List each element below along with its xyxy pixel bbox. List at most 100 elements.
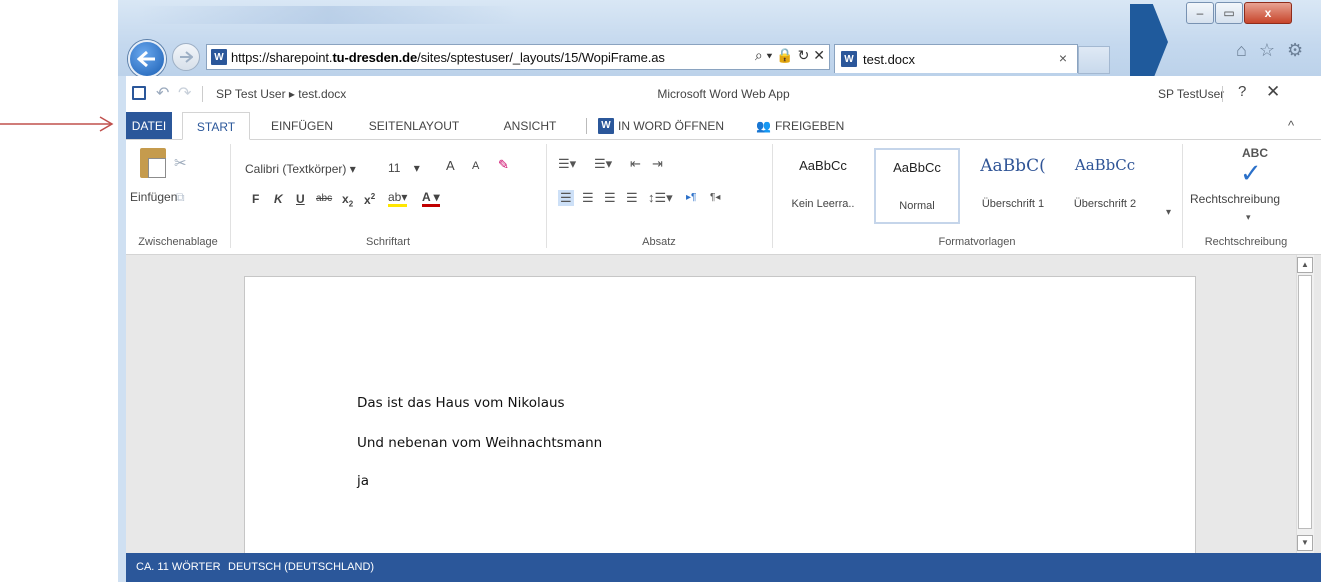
style-kein-leerraum[interactable]: AaBbCc Kein Leerra.. xyxy=(780,148,866,224)
grow-font-button[interactable]: A xyxy=(446,158,455,173)
scroll-up-button[interactable]: ▲ xyxy=(1297,257,1313,273)
styles-gallery: AaBbCc Kein Leerra.. AaBbCc Normal AaBbC… xyxy=(780,148,1174,224)
tab-title: test.docx xyxy=(863,51,916,67)
tab-seitenlayout[interactable]: SEITENLAYOUT xyxy=(354,112,474,140)
align-right-icon[interactable]: ☰ xyxy=(604,190,616,206)
underline-button[interactable]: U xyxy=(296,192,305,206)
scroll-down-button[interactable]: ▼ xyxy=(1297,535,1313,551)
group-label-styles: Formatvorlagen xyxy=(938,236,1016,248)
divider xyxy=(586,118,587,134)
divider xyxy=(546,144,547,248)
forward-button[interactable] xyxy=(172,43,200,71)
group-label-clipboard: Zwischenablage xyxy=(138,236,218,248)
bullets-icon[interactable]: ☰▾ xyxy=(558,156,576,172)
subscript-button[interactable]: x2 xyxy=(342,192,353,208)
people-icon: 👥 xyxy=(756,119,771,133)
numbering-icon[interactable]: ☰▾ xyxy=(594,156,612,172)
ribbon: Einfügen ✂ ⧉ Zwischenablage Calibri (Tex… xyxy=(126,139,1321,255)
align-center-icon[interactable]: ☰ xyxy=(582,190,594,206)
minimize-button[interactable]: – xyxy=(1186,2,1214,24)
word-icon: W xyxy=(598,118,614,134)
styles-more-button[interactable]: ▾ xyxy=(1164,148,1178,224)
gear-icon[interactable]: ⚙ xyxy=(1287,40,1303,61)
back-button[interactable] xyxy=(128,40,166,78)
user-name[interactable]: SP TestUser xyxy=(1158,87,1224,101)
maximize-button[interactable]: ▭ xyxy=(1215,2,1243,24)
tab-datei[interactable]: DATEI xyxy=(126,112,172,140)
highlight-icon[interactable]: ab▾ xyxy=(388,190,408,207)
app-titlebar: ↶ ↷ SP Test User ▸ test.docx Microsoft W… xyxy=(126,76,1321,112)
word-tab-icon: W xyxy=(841,51,857,67)
tab-start[interactable]: START xyxy=(182,112,250,140)
increase-indent-icon[interactable]: ⇥ xyxy=(652,156,663,172)
line-spacing-icon[interactable]: ↕☰▾ xyxy=(648,190,673,206)
group-label-paragraph: Absatz xyxy=(642,236,676,248)
superscript-button[interactable]: x2 xyxy=(364,192,375,207)
font-size-select[interactable]: 11 ▾ xyxy=(388,158,442,178)
copy-icon[interactable]: ⧉ xyxy=(176,190,185,205)
share-label: FREIGEBEN xyxy=(774,119,845,133)
word-favicon-icon: W xyxy=(211,49,227,65)
divider xyxy=(230,144,231,248)
language-status[interactable]: DEUTSCH (DEUTSCHLAND) xyxy=(228,553,374,582)
group-label-spelling: Rechtschreibung xyxy=(1204,236,1288,248)
style-ueberschrift-2[interactable]: AaBbCc Überschrift 2 xyxy=(1062,148,1148,224)
shrink-font-button[interactable]: A xyxy=(472,160,479,172)
address-bar-actions[interactable]: ⌕ ▾ 🔒 ↻ ✕ xyxy=(755,47,825,64)
document-page[interactable]: Das ist das Haus vom Nikolaus Und nebena… xyxy=(244,276,1196,566)
justify-icon[interactable]: ☰ xyxy=(626,190,638,206)
open-in-word-button[interactable]: W IN WORD ÖFFNEN xyxy=(598,112,748,140)
paragraph[interactable]: Das ist das Haus vom Nikolaus xyxy=(357,395,565,411)
ltr-icon[interactable]: ▸¶ xyxy=(686,192,696,203)
paragraph[interactable]: ja xyxy=(357,473,369,489)
help-icon[interactable]: ? xyxy=(1238,83,1246,100)
rtl-icon[interactable]: ¶◂ xyxy=(710,192,720,203)
decrease-indent-icon[interactable]: ⇤ xyxy=(630,156,641,172)
paragraph[interactable]: Und nebenan vom Weihnachtsmann xyxy=(357,435,602,451)
chrome-decoration xyxy=(138,6,518,24)
style-ueberschrift-1[interactable]: AaBbC( Überschrift 1 xyxy=(970,148,1056,224)
strikethrough-button[interactable]: abc xyxy=(316,193,332,204)
browser-tab[interactable]: W test.docx × xyxy=(834,44,1078,73)
font-name-select[interactable]: Calibri (Textkörper) ▾ xyxy=(244,158,388,180)
tab-ansicht[interactable]: ANSICHT xyxy=(494,112,566,140)
collapse-ribbon-icon[interactable]: ^ xyxy=(1288,118,1294,133)
app-title: Microsoft Word Web App xyxy=(657,87,790,101)
divider xyxy=(772,144,773,248)
document-area: Das ist das Haus vom Nikolaus Und nebena… xyxy=(126,255,1321,566)
forward-arrow-icon xyxy=(180,51,193,63)
address-url: https://sharepoint.tu-dresden.de/sites/s… xyxy=(231,49,665,65)
back-arrow-icon xyxy=(137,50,155,68)
browser-toolbar-icons: ⌂ ☆ ⚙ xyxy=(1236,40,1303,61)
group-label-font: Schriftart xyxy=(365,236,410,248)
open-in-word-label: IN WORD ÖFFNEN xyxy=(618,119,724,133)
tab-einfuegen[interactable]: EINFÜGEN xyxy=(262,112,342,140)
word-count[interactable]: CA. 11 WÖRTER xyxy=(136,553,221,582)
share-button[interactable]: 👥 FREIGEBEN xyxy=(756,112,866,140)
window-close-button[interactable]: x xyxy=(1244,2,1292,24)
status-bar: CA. 11 WÖRTER DEUTSCH (DEUTSCHLAND) xyxy=(126,553,1321,582)
scissors-icon[interactable]: ✂ xyxy=(174,154,187,172)
font-color-button[interactable]: A ▾ xyxy=(422,190,440,207)
italic-button[interactable]: K xyxy=(274,192,283,206)
tab-close-icon[interactable]: × xyxy=(1059,50,1067,66)
address-bar[interactable]: W https://sharepoint.tu-dresden.de/sites… xyxy=(206,44,830,70)
annotation-arrow xyxy=(0,116,114,132)
checkmark-icon[interactable]: ✓ xyxy=(1240,158,1262,189)
spelling-button[interactable]: Rechtschreibung xyxy=(1190,192,1280,206)
word-web-app: ↶ ↷ SP Test User ▸ test.docx Microsoft W… xyxy=(126,76,1321,582)
new-tab-button[interactable] xyxy=(1078,46,1110,74)
align-left-icon[interactable]: ☰ xyxy=(558,190,574,206)
home-icon[interactable]: ⌂ xyxy=(1236,40,1247,61)
clear-formatting-icon[interactable]: ✎ xyxy=(498,157,509,173)
scroll-thumb[interactable] xyxy=(1298,275,1312,529)
divider xyxy=(1182,144,1183,248)
star-icon[interactable]: ☆ xyxy=(1259,40,1275,61)
divider xyxy=(1222,86,1223,102)
paste-icon[interactable] xyxy=(140,148,166,178)
paste-button[interactable]: Einfügen xyxy=(130,190,177,204)
style-normal[interactable]: AaBbCc Normal xyxy=(874,148,960,224)
close-icon[interactable]: ✕ xyxy=(1266,82,1280,102)
bold-button[interactable]: F xyxy=(252,192,259,206)
spelling-dropdown-icon[interactable]: ▾ xyxy=(1246,212,1251,223)
